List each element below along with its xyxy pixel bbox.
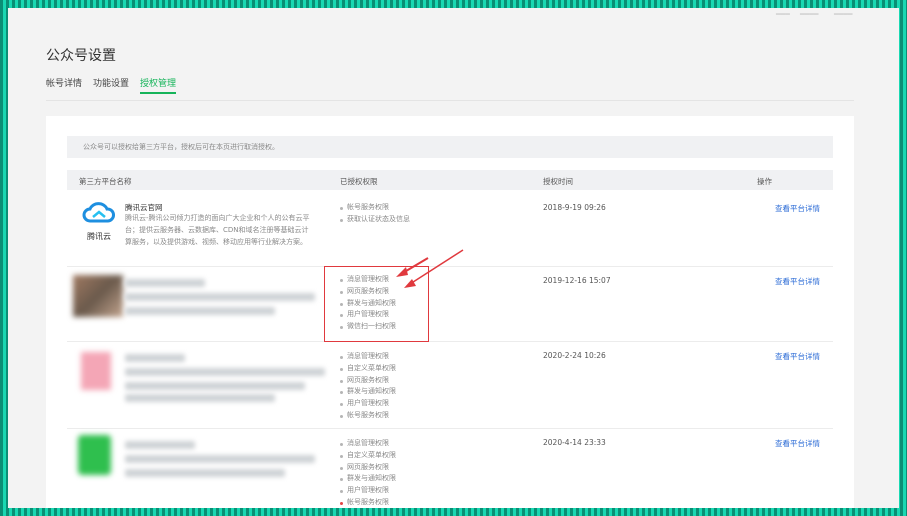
arrow-line bbox=[409, 249, 464, 285]
arrow-head bbox=[396, 267, 408, 277]
annotation-arrows bbox=[396, 249, 464, 288]
app-window: ▁▁▁ ▁▁▁▁ ▁▁▁▁ 公众号设置 帐号详情 功能设置 授权管理 公众号可以… bbox=[8, 8, 899, 508]
arrow-head bbox=[404, 279, 416, 288]
